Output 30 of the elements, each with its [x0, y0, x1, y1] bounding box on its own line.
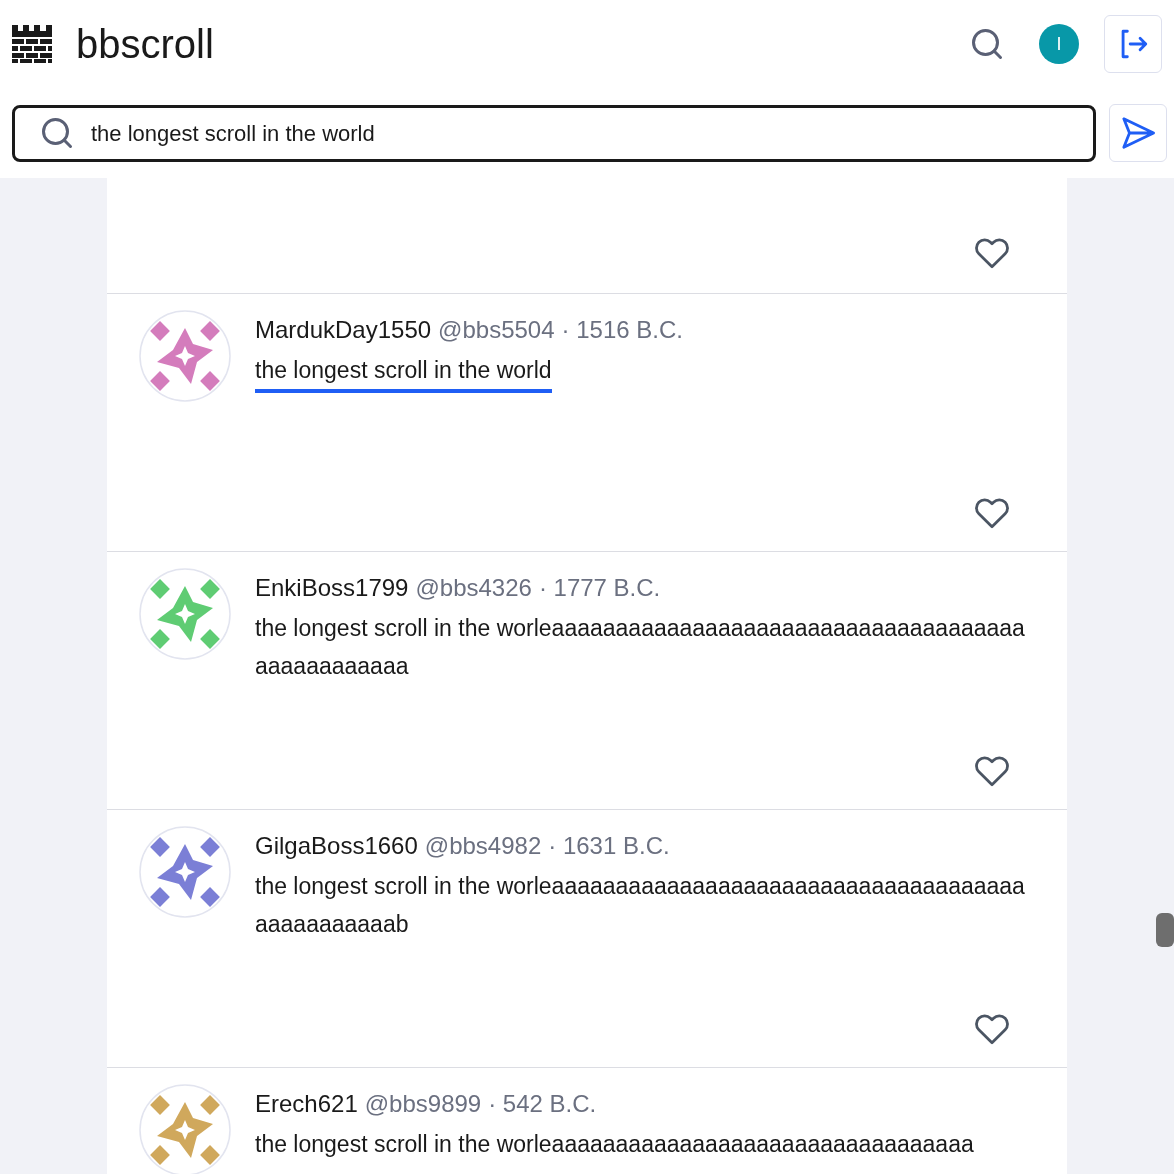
author-handle: @bbs4982: [424, 831, 542, 861]
author-name[interactable]: EnkiBoss1799: [255, 571, 409, 605]
castle-wall-icon: [12, 25, 52, 63]
app-title: bbscroll: [76, 21, 214, 68]
post-text: the longest scroll in the world: [255, 351, 552, 393]
search-icon: [39, 115, 75, 151]
author-handle: @bbs4326: [415, 573, 532, 603]
heart-icon[interactable]: [973, 495, 1011, 529]
author-handle: @bbs9899: [364, 1089, 482, 1119]
send-icon: [1119, 116, 1157, 150]
heart-icon[interactable]: [973, 1011, 1011, 1045]
author-name[interactable]: Erech621: [255, 1087, 358, 1121]
send-button[interactable]: [1109, 104, 1167, 162]
heart-icon[interactable]: [973, 753, 1011, 787]
search-field[interactable]: the longest scroll in the world: [12, 104, 1096, 162]
search-icon[interactable]: [969, 26, 1005, 62]
logout-button[interactable]: [1104, 15, 1162, 73]
post-text: the longest scroll in the worleaaaaaaaaaaaaaaaaaaaaaaaaaaaaaaaaaaaaaaaaaaaaaaaaa: [255, 615, 1025, 679]
search-input[interactable]: the longest scroll in the world: [91, 116, 1093, 150]
scrollbar-thumb[interactable]: [1156, 913, 1174, 947]
post-date: · 1777 B.C.: [538, 573, 661, 603]
author-handle: @bbs5504: [438, 315, 555, 345]
author-name[interactable]: MardukDay1550: [255, 313, 432, 347]
post-text: the longest scroll in the worleaaaaaaaaaaaaaaaaaaaaaaaaaaaaaaaaaaaaaaaaaaaaaaaab: [255, 873, 1025, 937]
post-date: · 542 B.C.: [488, 1089, 597, 1119]
heart-icon[interactable]: [973, 235, 1011, 269]
post-text: the longest scroll in the worleaaaaaaaaaaaaaaaaaaaaaaaaaaaaaaaaa: [255, 1131, 974, 1157]
post-date: · 1631 B.C.: [548, 831, 670, 861]
post-date: · 1516 B.C.: [561, 315, 683, 345]
author-name[interactable]: GilgaBoss1660: [255, 829, 418, 863]
